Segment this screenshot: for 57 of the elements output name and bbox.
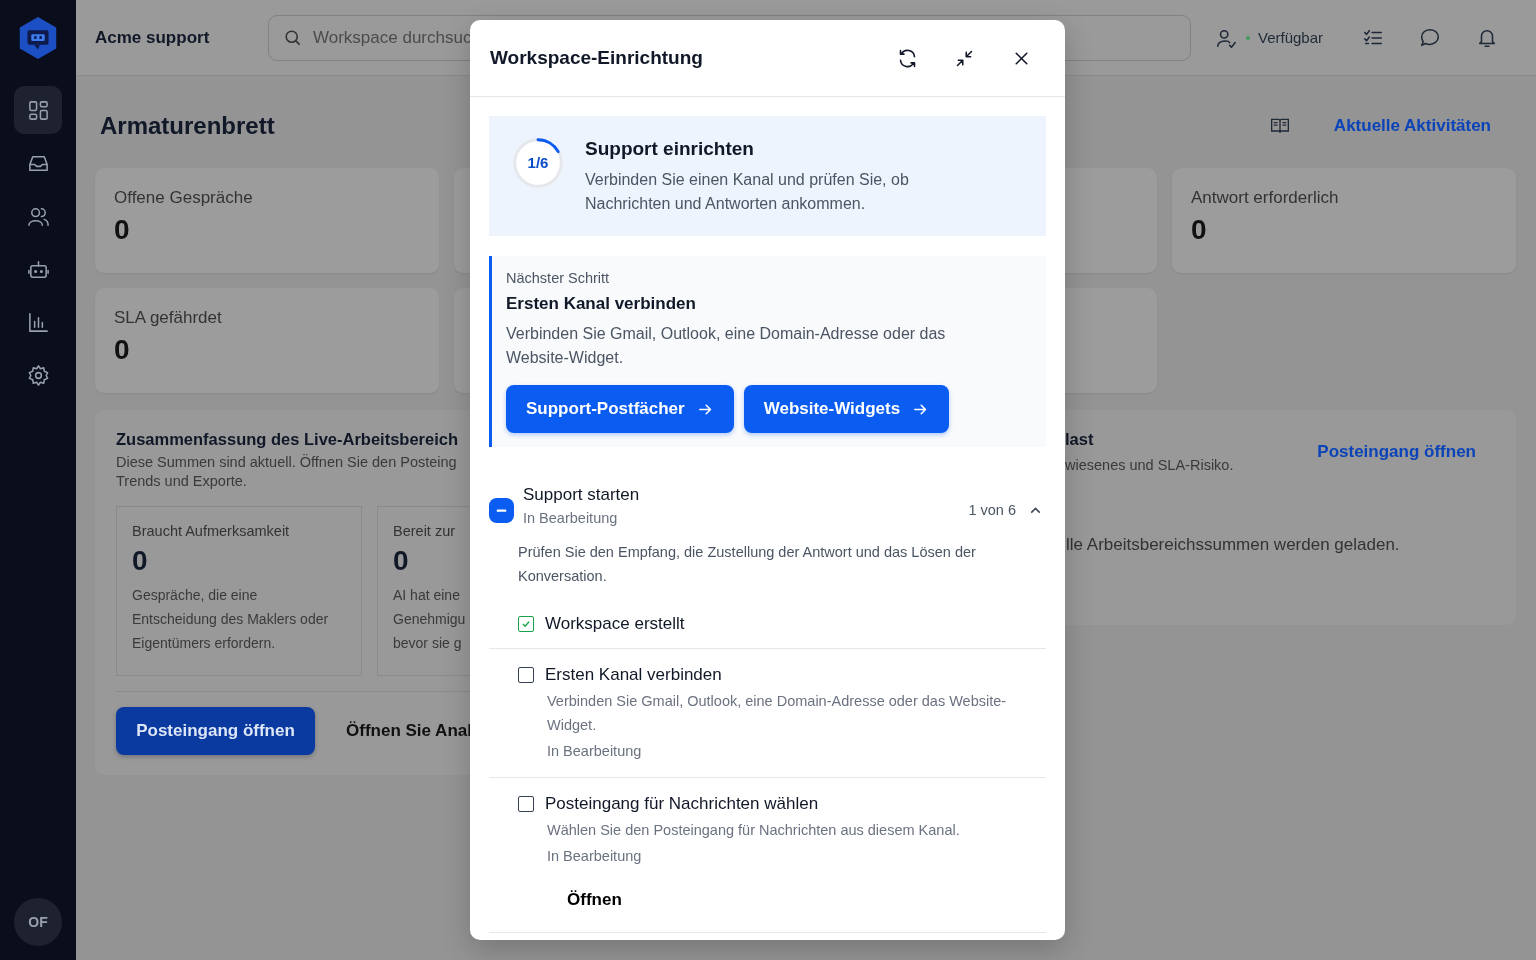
progress-label: 1/6 xyxy=(526,154,550,171)
task-title: Posteingang für Nachrichten wählen xyxy=(545,794,819,814)
group-count: 1 von 6 xyxy=(968,502,1016,518)
group-title: Support starten xyxy=(523,485,640,505)
status-dot xyxy=(1246,35,1250,40)
settings-icon xyxy=(26,363,50,387)
stat-label: Antwort erforderlich xyxy=(1191,188,1340,208)
task-status: In Bearbeitung xyxy=(547,847,642,866)
panel-title: last xyxy=(1065,430,1095,449)
book-icon[interactable] xyxy=(1269,116,1290,136)
refresh-icon[interactable] xyxy=(897,47,918,69)
user-avatar[interactable]: OF xyxy=(14,898,62,946)
panel-description: Diese Summen sind aktuell. Öffnen Sie den Posteing Trends und Exporte. xyxy=(116,453,457,491)
card-description: Gespräche, die eine Entscheidung des Maklers oder Eigentümers erfordern. xyxy=(132,586,329,653)
task-description: Verbinden Sie Gmail, Outlook, eine Domain-Adresse oder das Website-Widget. xyxy=(547,692,1008,735)
page-title: Armaturenbrett xyxy=(100,112,275,140)
in-progress-icon xyxy=(489,498,514,523)
dashboard-icon xyxy=(26,98,50,122)
card-value: 0 xyxy=(132,545,148,577)
group-status: In Bearbeitung xyxy=(523,510,619,526)
checkbox[interactable] xyxy=(518,667,534,683)
sidebar-item[interactable] xyxy=(14,86,62,134)
open-inbox-link[interactable]: Posteingang öffnen xyxy=(1317,442,1476,462)
group-description: Prüfen Sie den Empfang, die Zustellung der Antwort und das Lösen der Konversation. xyxy=(518,543,977,586)
open-button[interactable]: Öffnen xyxy=(547,882,642,918)
loading-message: lle Arbeitsbereichssummen werden geladen. xyxy=(1066,535,1401,555)
card-value: 0 xyxy=(393,545,409,577)
stat-value: 0 xyxy=(114,214,131,246)
card-description: AI hat eine Genehmigu bevor sie g xyxy=(393,586,466,653)
panel-description: wiesenes und SLA-Risiko. xyxy=(1065,457,1234,473)
next-step-button[interactable]: Website-Widgets xyxy=(743,385,950,433)
stat-value: 0 xyxy=(1191,214,1208,246)
workspace-name: Acme support xyxy=(95,27,211,48)
stat-label: SLA gefährdet xyxy=(114,308,223,328)
dialog-title: Workspace-Einrichtung xyxy=(490,47,703,69)
bar-chart-icon xyxy=(26,310,50,334)
stat-label: Offene Gespräche xyxy=(114,188,254,208)
open-inbox-button[interactable]: Posteingang öffnen xyxy=(116,707,315,755)
progress-title: Support einrichten xyxy=(585,138,755,160)
availability-status[interactable]: Verfügbar xyxy=(1258,29,1324,46)
search-icon xyxy=(283,27,302,47)
next-step-button[interactable]: Support-Postfächer xyxy=(506,385,734,433)
checkbox[interactable] xyxy=(518,616,534,632)
card-label: Bereit zur xyxy=(393,523,456,539)
next-step-label: Nächster Schritt xyxy=(506,270,611,286)
card-label: Braucht Aufmerksamkeit xyxy=(132,523,290,539)
checkbox[interactable] xyxy=(518,796,534,812)
next-step-description: Verbinden Sie Gmail, Outlook, eine Domain-Adresse oder das Website-Widget. xyxy=(506,324,947,368)
task-description: Wählen Sie den Posteingang für Nachrichten aus diesem Kanal. xyxy=(547,821,960,840)
task-title: Workspace erstellt xyxy=(545,614,685,634)
next-step-title: Ersten Kanal verbinden xyxy=(506,294,697,314)
task-title: Ersten Kanal verbinden xyxy=(545,665,722,685)
task-status: In Bearbeitung xyxy=(547,742,642,761)
panel-title: Zusammenfassung des Live-Arbeitsbereich xyxy=(116,430,460,449)
progress-description: Verbinden Sie einen Kanal und prüfen Sie, ob Nachrichten und Antworten ankommen. xyxy=(585,170,910,214)
stat-value: 0 xyxy=(114,334,131,366)
chat-icon[interactable] xyxy=(1419,26,1442,49)
